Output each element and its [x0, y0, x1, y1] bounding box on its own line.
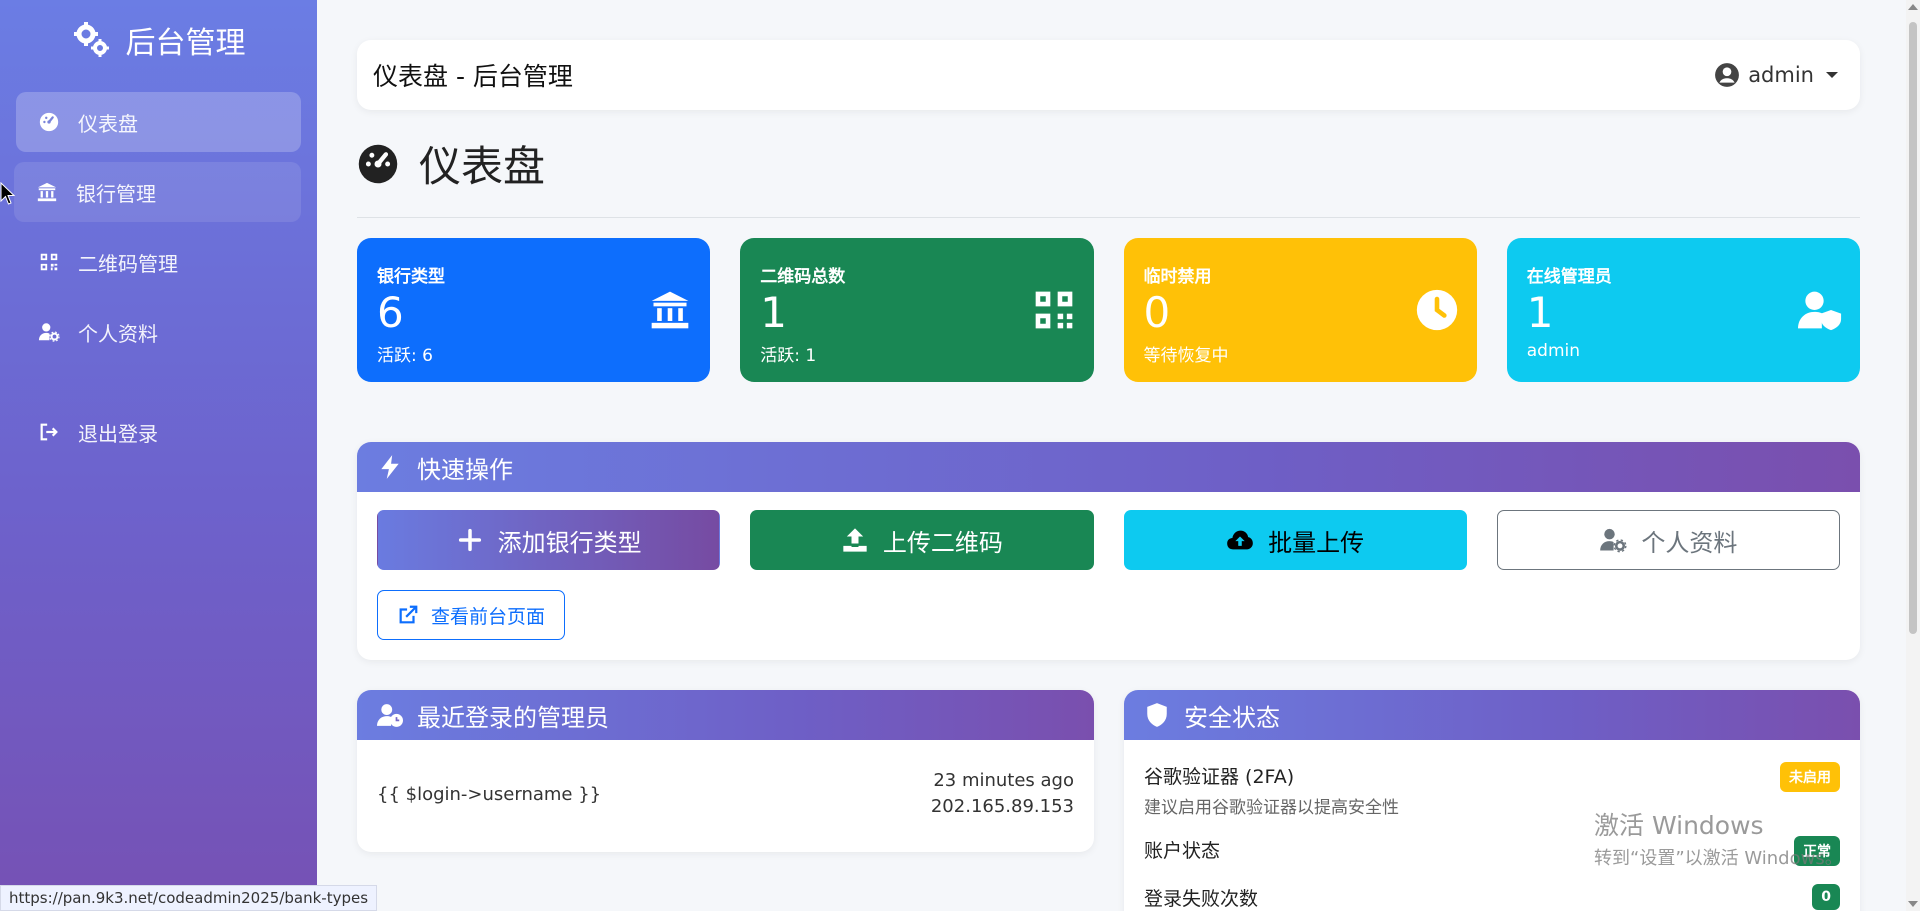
user-name: admin: [1748, 63, 1814, 87]
sidebar-item-bank[interactable]: 银行管理: [14, 162, 301, 222]
tachometer-icon: [358, 144, 398, 183]
login-ip: 202.165.89.153: [930, 796, 1074, 817]
user-menu-dropdown[interactable]: admin: [1714, 62, 1838, 88]
card-header: 安全状态: [1124, 690, 1860, 740]
stat-card-online-admins: 在线管理员 1 admin: [1506, 238, 1860, 382]
page-header: 仪表盘: [357, 110, 1860, 218]
quick-actions-card: 快速操作 添加银行类型 上传二维码 批量上传 个人资料 查看前台页面: [357, 442, 1860, 660]
user-circle-icon: [1715, 63, 1740, 87]
status-badge: 0: [1812, 884, 1840, 910]
stat-sub: admin: [1526, 341, 1581, 361]
profile-button[interactable]: 个人资料: [1496, 510, 1840, 570]
sidebar-item-label: 退出登录: [78, 421, 158, 446]
brand[interactable]: 后台管理: [0, 0, 317, 80]
button-label: 查看前台页面: [430, 605, 545, 628]
chevron-down-icon: [1826, 72, 1838, 78]
cloud-upload-icon: [1227, 530, 1253, 550]
security-item-desc: 建议启用谷歌验证器以提高安全性: [1144, 798, 1399, 818]
stat-value: 6: [377, 288, 404, 337]
stat-value: 0: [1143, 288, 1171, 337]
batch-upload-button[interactable]: 批量上传: [1123, 510, 1467, 570]
stat-label: 银行类型: [377, 267, 445, 287]
user-cog-icon: [1600, 528, 1627, 553]
qrcode-icon: [40, 253, 58, 271]
stat-label: 在线管理员: [1526, 267, 1612, 287]
status-badge: 未启用: [1780, 762, 1840, 792]
recent-logins-card: 最近登录的管理员 {{ $login->username }} 23 minut…: [357, 690, 1094, 852]
sidebar-item-label: 仪表盘: [78, 111, 138, 136]
card-title: 快速操作: [417, 455, 513, 484]
card-title: 最近登录的管理员: [417, 703, 609, 732]
user-clock-icon: [377, 704, 403, 727]
stat-sub: 等待恢复中: [1143, 346, 1229, 366]
sidebar: 后台管理 仪表盘 银行管理 二维码管理 个人资料 退出登录: [0, 0, 317, 911]
sidebar-item-label: 银行管理: [76, 181, 156, 206]
external-link-icon: [399, 605, 418, 624]
sidebar-item-dashboard[interactable]: 仪表盘: [16, 92, 301, 152]
stat-sub: 活跃: 6: [377, 346, 433, 366]
sidebar-nav: 仪表盘 银行管理 二维码管理 个人资料 退出登录: [0, 80, 317, 462]
brand-title: 后台管理: [125, 26, 246, 61]
main-content: 仪表盘 - 后台管理 admin 仪表盘 银行类型 6 活跃: 6 二维码总数 …: [357, 40, 1860, 911]
qrcode-icon: [1035, 291, 1072, 329]
stat-card-bank-types: 银行类型 6 活跃: 6: [357, 238, 711, 382]
security-status-card: 安全状态 谷歌验证器 (2FA) 建议启用谷歌验证器以提高安全性 未启用 账户状…: [1124, 690, 1860, 911]
topbar-title: 仪表盘 - 后台管理: [373, 62, 573, 91]
sidebar-item-label: 个人资料: [78, 321, 158, 346]
add-bank-type-button[interactable]: 添加银行类型: [377, 510, 721, 570]
security-item-title: 谷歌验证器 (2FA): [1144, 766, 1295, 788]
watermark-line2: 转到“设置”以激活 Windows。: [1594, 848, 1843, 869]
watermark-line1: 激活 Windows: [1594, 811, 1764, 840]
stat-label: 二维码总数: [760, 267, 846, 287]
card-header: 快速操作: [357, 442, 1860, 492]
logout-icon: [40, 423, 58, 441]
view-frontend-button[interactable]: 查看前台页面: [377, 590, 565, 640]
button-label: 个人资料: [1641, 528, 1738, 557]
stats-row: 银行类型 6 活跃: 6 二维码总数 1 活跃: 1 临时禁用 0 等待恢复中 …: [357, 238, 1860, 382]
security-item-title: 登录失败次数: [1144, 888, 1259, 910]
button-label: 添加银行类型: [497, 528, 642, 557]
shield-icon: [1147, 703, 1167, 727]
stat-label: 临时禁用: [1143, 267, 1212, 287]
stat-sub: 活跃: 1: [760, 346, 817, 366]
sidebar-item-logout[interactable]: 退出登录: [16, 402, 301, 462]
security-item-title: 账户状态: [1144, 840, 1221, 862]
tachometer-icon: [39, 112, 59, 132]
sidebar-item-qrcode[interactable]: 二维码管理: [16, 232, 301, 292]
stat-card-disabled: 临时禁用 0 等待恢复中: [1123, 238, 1477, 382]
scroll-down-icon[interactable]: [1908, 901, 1918, 907]
user-cog-icon: [38, 323, 60, 342]
card-header: 最近登录的管理员: [357, 690, 1094, 740]
top-navbar: 仪表盘 - 后台管理 admin: [357, 40, 1860, 110]
bank-icon: [651, 291, 689, 329]
sidebar-item-profile[interactable]: 个人资料: [16, 302, 301, 362]
scroll-up-icon[interactable]: [1908, 4, 1918, 10]
card-title: 安全状态: [1184, 703, 1280, 732]
bank-icon: [37, 182, 57, 202]
stat-value: 1: [1526, 288, 1554, 337]
page-title: 仪表盘: [419, 142, 546, 191]
upload-icon: [843, 528, 867, 552]
windows-activation-watermark: 激活 Windows 转到“设置”以激活 Windows。: [1594, 806, 1843, 870]
button-label: 批量上传: [1268, 528, 1365, 557]
cogs-icon: [73, 22, 109, 57]
login-time: 23 minutes ago: [933, 770, 1074, 791]
stat-value: 1: [760, 288, 787, 337]
stat-card-qrcodes: 二维码总数 1 活跃: 1: [740, 238, 1094, 382]
link-status-bar: https://pan.9k3.net/codeadmin2025/bank-t…: [0, 885, 378, 911]
bolt-icon: [381, 455, 399, 479]
sidebar-item-label: 二维码管理: [78, 251, 178, 276]
scrollbar-thumb[interactable]: [1909, 22, 1917, 634]
button-label: 上传二维码: [882, 528, 1003, 557]
user-shield-icon: [1798, 291, 1842, 331]
security-item-failed-logins: 登录失败次数 0: [1144, 884, 1840, 911]
plus-icon: [458, 528, 481, 552]
clock-icon: [1416, 289, 1457, 331]
list-item: {{ $login->username }} 23 minutes ago 20…: [357, 740, 1094, 848]
login-username: {{ $login->username }}: [377, 783, 602, 805]
vertical-scrollbar[interactable]: [1906, 0, 1920, 911]
mouse-cursor-icon: [0, 182, 16, 205]
upload-qrcode-button[interactable]: 上传二维码: [750, 510, 1094, 570]
